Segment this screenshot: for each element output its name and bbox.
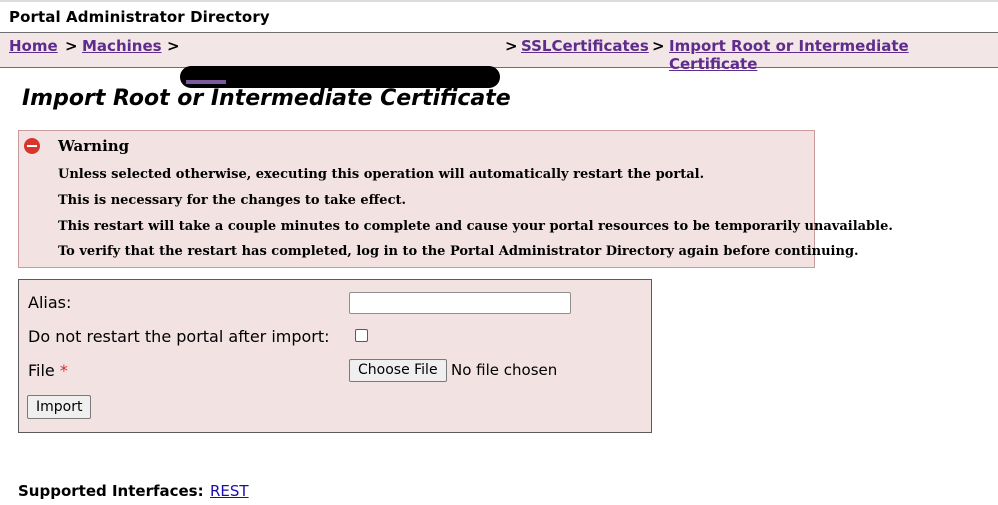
warning-line: To verify that the restart has completed… [58,244,859,259]
alias-input[interactable] [349,292,571,314]
file-label-row: File * [28,361,68,380]
file-status: No file chosen [451,361,558,379]
breadcrumb-separator: > [505,37,518,55]
redaction-mark [180,66,500,88]
warning-heading: Warning [58,137,130,155]
warning-line: Unless selected otherwise, executing thi… [58,167,705,182]
breadcrumb-separator: > [65,37,78,55]
file-label: File [28,361,55,380]
warning-icon [24,138,40,154]
breadcrumb-machines-link[interactable]: Machines [82,37,162,55]
required-marker: * [59,361,68,380]
no-restart-checkbox[interactable] [355,329,368,342]
breadcrumb: Home > Machines > > SSLCertificates > Im… [0,32,998,88]
breadcrumb-separator: > [167,37,180,55]
breadcrumb-current-link[interactable]: Import Root or Intermediate Certificate [669,37,998,73]
choose-file-button[interactable]: Choose File [349,359,447,382]
rest-link[interactable]: REST [210,482,249,500]
warning-line: This restart will take a couple minutes … [58,219,893,234]
supported-interfaces-label: Supported Interfaces: [18,482,204,500]
import-button[interactable]: Import [27,395,92,419]
breadcrumb-home-link[interactable]: Home [9,37,58,55]
top-border [0,0,998,2]
redaction-remnant [186,80,226,84]
alias-label: Alias: [28,293,72,312]
app-title: Portal Administrator Directory [9,8,270,26]
warning-panel: Warning Unless selected otherwise, execu… [18,130,893,268]
warning-line: This is necessary for the changes to tak… [58,193,407,208]
import-form: Alias: Do not restart the portal after i… [18,279,652,433]
breadcrumb-separator: > [652,37,665,55]
page-title: Import Root or Intermediate Certificate [22,86,511,111]
no-restart-label: Do not restart the portal after import: [28,327,330,346]
breadcrumb-sslcertificates-link[interactable]: SSLCertificates [521,37,649,55]
